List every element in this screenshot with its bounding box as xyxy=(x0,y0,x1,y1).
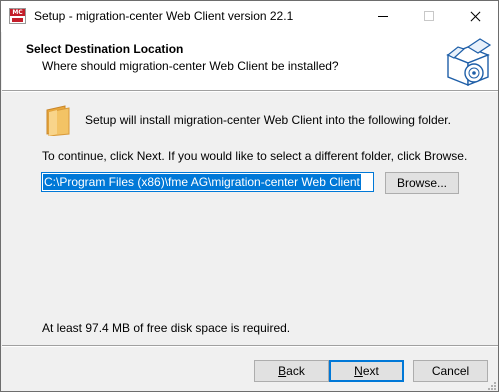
next-button[interactable]: Next xyxy=(329,360,404,382)
minimize-icon xyxy=(378,16,388,17)
maximize-button xyxy=(406,1,452,32)
wizard-header: Select Destination Location Where should… xyxy=(2,32,498,90)
minimize-button[interactable] xyxy=(360,1,406,32)
back-label-rest: ack xyxy=(286,364,305,378)
destination-path-input[interactable]: C:\Program Files (x86)\fme AG\migration-… xyxy=(41,172,374,192)
folder-icon xyxy=(46,105,70,136)
instructions-text: To continue, click Next. If you would li… xyxy=(42,149,468,163)
resize-grip-icon[interactable] xyxy=(487,381,497,391)
title-bar[interactable]: MC Setup - migration-center Web Client v… xyxy=(1,1,498,32)
footer-divider xyxy=(2,345,498,347)
setup-window: MC Setup - migration-center Web Client v… xyxy=(0,0,499,392)
close-button[interactable] xyxy=(452,1,498,32)
app-icon-label: MC xyxy=(10,9,25,16)
window-title: Setup - migration-center Web Client vers… xyxy=(34,9,294,23)
page-title: Select Destination Location xyxy=(26,42,184,56)
intro-text: Setup will install migration-center Web … xyxy=(85,113,451,127)
cancel-button[interactable]: Cancel xyxy=(413,360,488,382)
next-label-rest: ext xyxy=(362,364,379,378)
disk-space-text: At least 97.4 MB of free disk space is r… xyxy=(42,321,291,335)
destination-path-value: C:\Program Files (x86)\fme AG\migration-… xyxy=(43,174,361,190)
next-mnemonic: N xyxy=(354,364,363,378)
maximize-icon xyxy=(424,11,434,21)
page-subtitle: Where should migration-center Web Client… xyxy=(42,59,339,73)
app-icon: MC xyxy=(9,8,26,24)
header-divider xyxy=(2,90,498,92)
setup-box-icon xyxy=(446,38,492,87)
browse-button[interactable]: Browse... xyxy=(385,172,459,194)
back-button[interactable]: Back xyxy=(254,360,329,382)
back-mnemonic: B xyxy=(278,364,287,378)
